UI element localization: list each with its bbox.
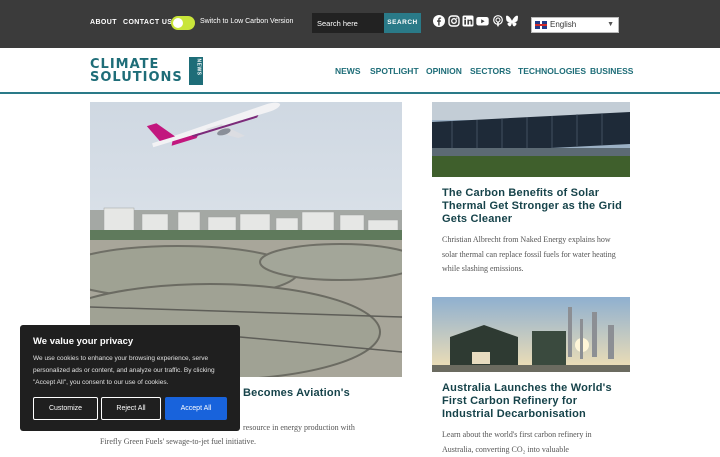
nav-business[interactable]: BUSINESS bbox=[590, 66, 633, 76]
search-button[interactable]: SEARCH bbox=[384, 13, 421, 33]
bluesky-icon[interactable] bbox=[506, 15, 518, 27]
hero-article-title[interactable]: Becomes Aviation's bbox=[243, 387, 393, 400]
facebook-icon[interactable] bbox=[433, 15, 445, 27]
chevron-down-icon: ▼ bbox=[607, 21, 614, 28]
uk-flag-icon bbox=[535, 21, 547, 29]
customize-button[interactable]: Customize bbox=[33, 397, 98, 420]
carbon-refinery-article-image[interactable] bbox=[432, 297, 630, 372]
nav-opinion[interactable]: OPINION bbox=[426, 66, 462, 76]
language-label: English bbox=[550, 20, 577, 29]
cookie-consent-banner: We value your privacy We use cookies to … bbox=[20, 325, 240, 431]
nav-news[interactable]: NEWS bbox=[335, 66, 361, 76]
solar-thermal-article-excerpt: Christian Albrecht from Naked Energy exp… bbox=[442, 235, 616, 273]
nav-sectors[interactable]: SECTORS bbox=[470, 66, 511, 76]
contact-link[interactable]: CONTACT US bbox=[123, 19, 172, 26]
nav-technologies[interactable]: TECHNOLOGIES bbox=[518, 66, 586, 76]
header-divider bbox=[0, 92, 720, 94]
linkedin-icon[interactable] bbox=[462, 15, 474, 27]
logo-news-box: NEWS bbox=[189, 57, 203, 85]
youtube-icon[interactable] bbox=[476, 15, 489, 27]
hero-article-excerpt: Firefly Green Fuels' sewage-to-jet fuel … bbox=[100, 437, 257, 446]
carbon-refinery-article-title[interactable]: Australia Launches the World's First Car… bbox=[442, 382, 624, 421]
instagram-icon[interactable] bbox=[448, 15, 460, 27]
accept-all-button[interactable]: Accept All bbox=[165, 397, 227, 420]
site-logo[interactable]: CLIMATE SOLUTIONS NEWS bbox=[90, 57, 203, 85]
cookie-text: We use cookies to enhance your browsing … bbox=[33, 355, 215, 386]
podcast-icon[interactable] bbox=[492, 15, 504, 27]
logo-text-solutions: SOLUTIONS bbox=[90, 70, 183, 85]
language-select[interactable]: English ▼ bbox=[531, 17, 619, 33]
hero-article-excerpt-partial: resource in energy production with bbox=[243, 423, 355, 432]
low-carbon-toggle-label: Switch to Low Carbon Version bbox=[200, 18, 294, 25]
logo-text-news: NEWS bbox=[195, 58, 202, 76]
reject-all-button[interactable]: Reject All bbox=[101, 397, 161, 420]
search-input[interactable]: Search here bbox=[312, 13, 384, 33]
solar-thermal-article-image[interactable] bbox=[432, 102, 630, 177]
nav-spotlight[interactable]: SPOTLIGHT bbox=[370, 66, 419, 76]
carbon-refinery-article-excerpt: Learn about the world's first carbon ref… bbox=[442, 430, 592, 454]
low-carbon-toggle[interactable] bbox=[171, 16, 195, 30]
top-bar: ABOUT CONTACT US Switch to Low Carbon Ve… bbox=[0, 0, 720, 48]
toggle-knob bbox=[173, 18, 183, 28]
cookie-title: We value your privacy bbox=[33, 336, 134, 347]
about-link[interactable]: ABOUT bbox=[90, 19, 117, 26]
solar-thermal-article-title[interactable]: The Carbon Benefits of Solar Thermal Get… bbox=[442, 187, 624, 226]
